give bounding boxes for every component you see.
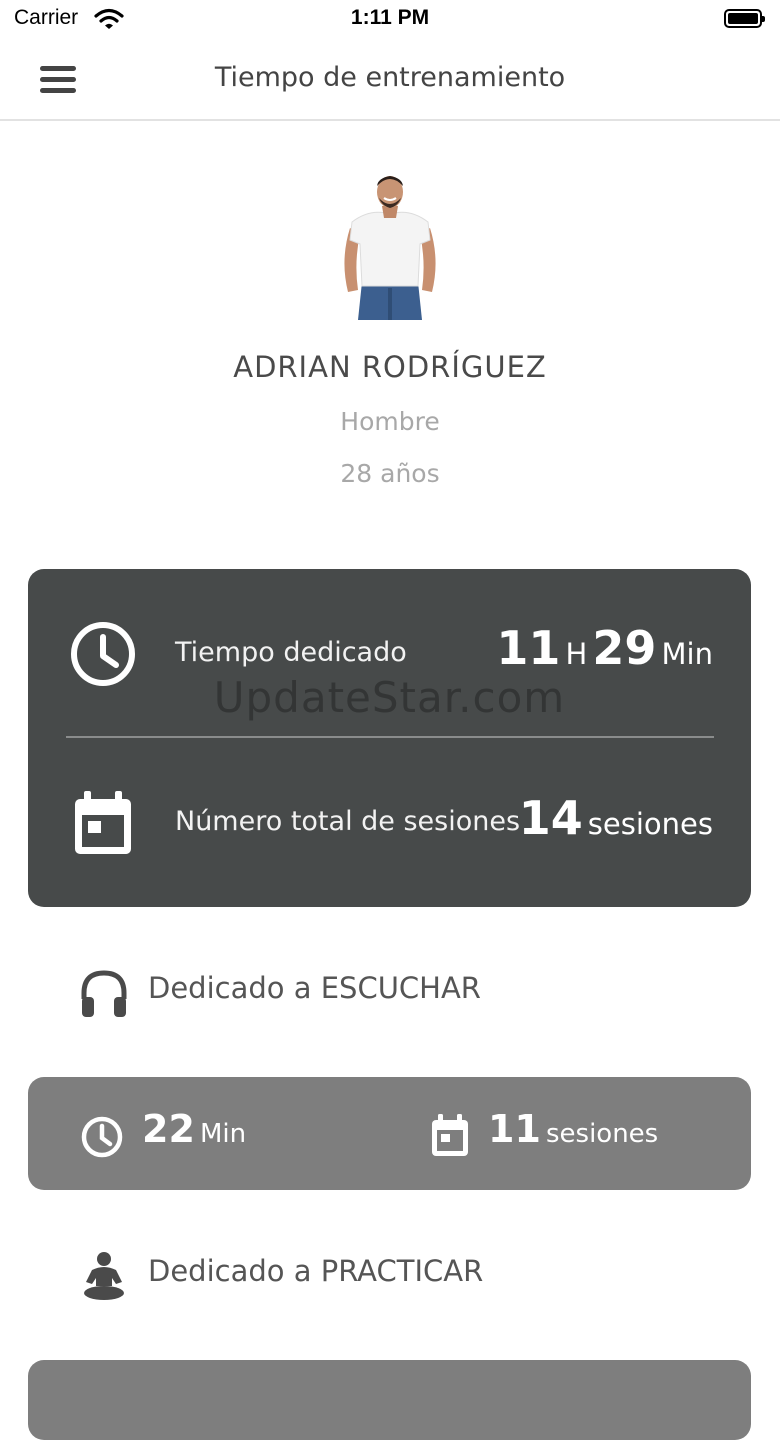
sessions-count: 14 bbox=[518, 791, 583, 845]
listen-title: Dedicado a ESCUCHAR bbox=[148, 971, 481, 1005]
nav-bar: Tiempo de entrenamiento bbox=[0, 40, 780, 121]
battery-icon bbox=[724, 9, 765, 28]
listen-stats-card: 22 Min 11 sesiones bbox=[28, 1077, 751, 1190]
calendar-icon bbox=[430, 1113, 470, 1161]
minutes-value: 29 bbox=[592, 621, 657, 675]
time-label: Tiempo dedicado bbox=[175, 637, 407, 668]
minutes-unit: Min bbox=[661, 637, 713, 671]
clock-icon bbox=[80, 1115, 124, 1163]
user-gender: Hombre bbox=[340, 407, 440, 436]
time-value: 11 H 29 Min bbox=[496, 621, 713, 675]
card-divider bbox=[66, 736, 714, 738]
listen-minutes-unit: Min bbox=[199, 1119, 247, 1149]
meditation-icon bbox=[78, 1250, 130, 1306]
sessions-label: Número total de sesiones bbox=[175, 806, 521, 837]
hours-unit: H bbox=[565, 637, 588, 671]
hours-value: 11 bbox=[496, 621, 561, 675]
practice-title: Dedicado a PRACTICAR bbox=[148, 1254, 484, 1288]
sessions-value: 14 sesiones bbox=[519, 791, 713, 845]
listen-time-value: 22 Min bbox=[142, 1107, 246, 1151]
user-age: 28 años bbox=[340, 459, 440, 488]
user-name: ADRIAN RODRÍGUEZ bbox=[233, 350, 547, 384]
calendar-icon bbox=[72, 789, 134, 861]
listen-minutes: 22 bbox=[142, 1107, 195, 1151]
listen-sessions-value: 11 sesiones bbox=[488, 1107, 658, 1151]
status-time: 1:11 PM bbox=[350, 6, 430, 29]
watermark: UpdateStar.com bbox=[213, 673, 566, 722]
headphones-icon bbox=[78, 967, 130, 1023]
practice-stats-card bbox=[28, 1360, 751, 1440]
listen-sessions-count: 11 bbox=[488, 1107, 541, 1151]
avatar bbox=[330, 170, 450, 325]
summary-card: Tiempo dedicado 11 H 29 Min UpdateStar.c… bbox=[28, 569, 751, 907]
status-bar: Carrier 1:11 PM bbox=[0, 0, 780, 40]
listen-sessions-unit: sesiones bbox=[545, 1119, 659, 1149]
page-title: Tiempo de entrenamiento bbox=[214, 62, 566, 93]
sessions-unit: sesiones bbox=[587, 807, 713, 841]
